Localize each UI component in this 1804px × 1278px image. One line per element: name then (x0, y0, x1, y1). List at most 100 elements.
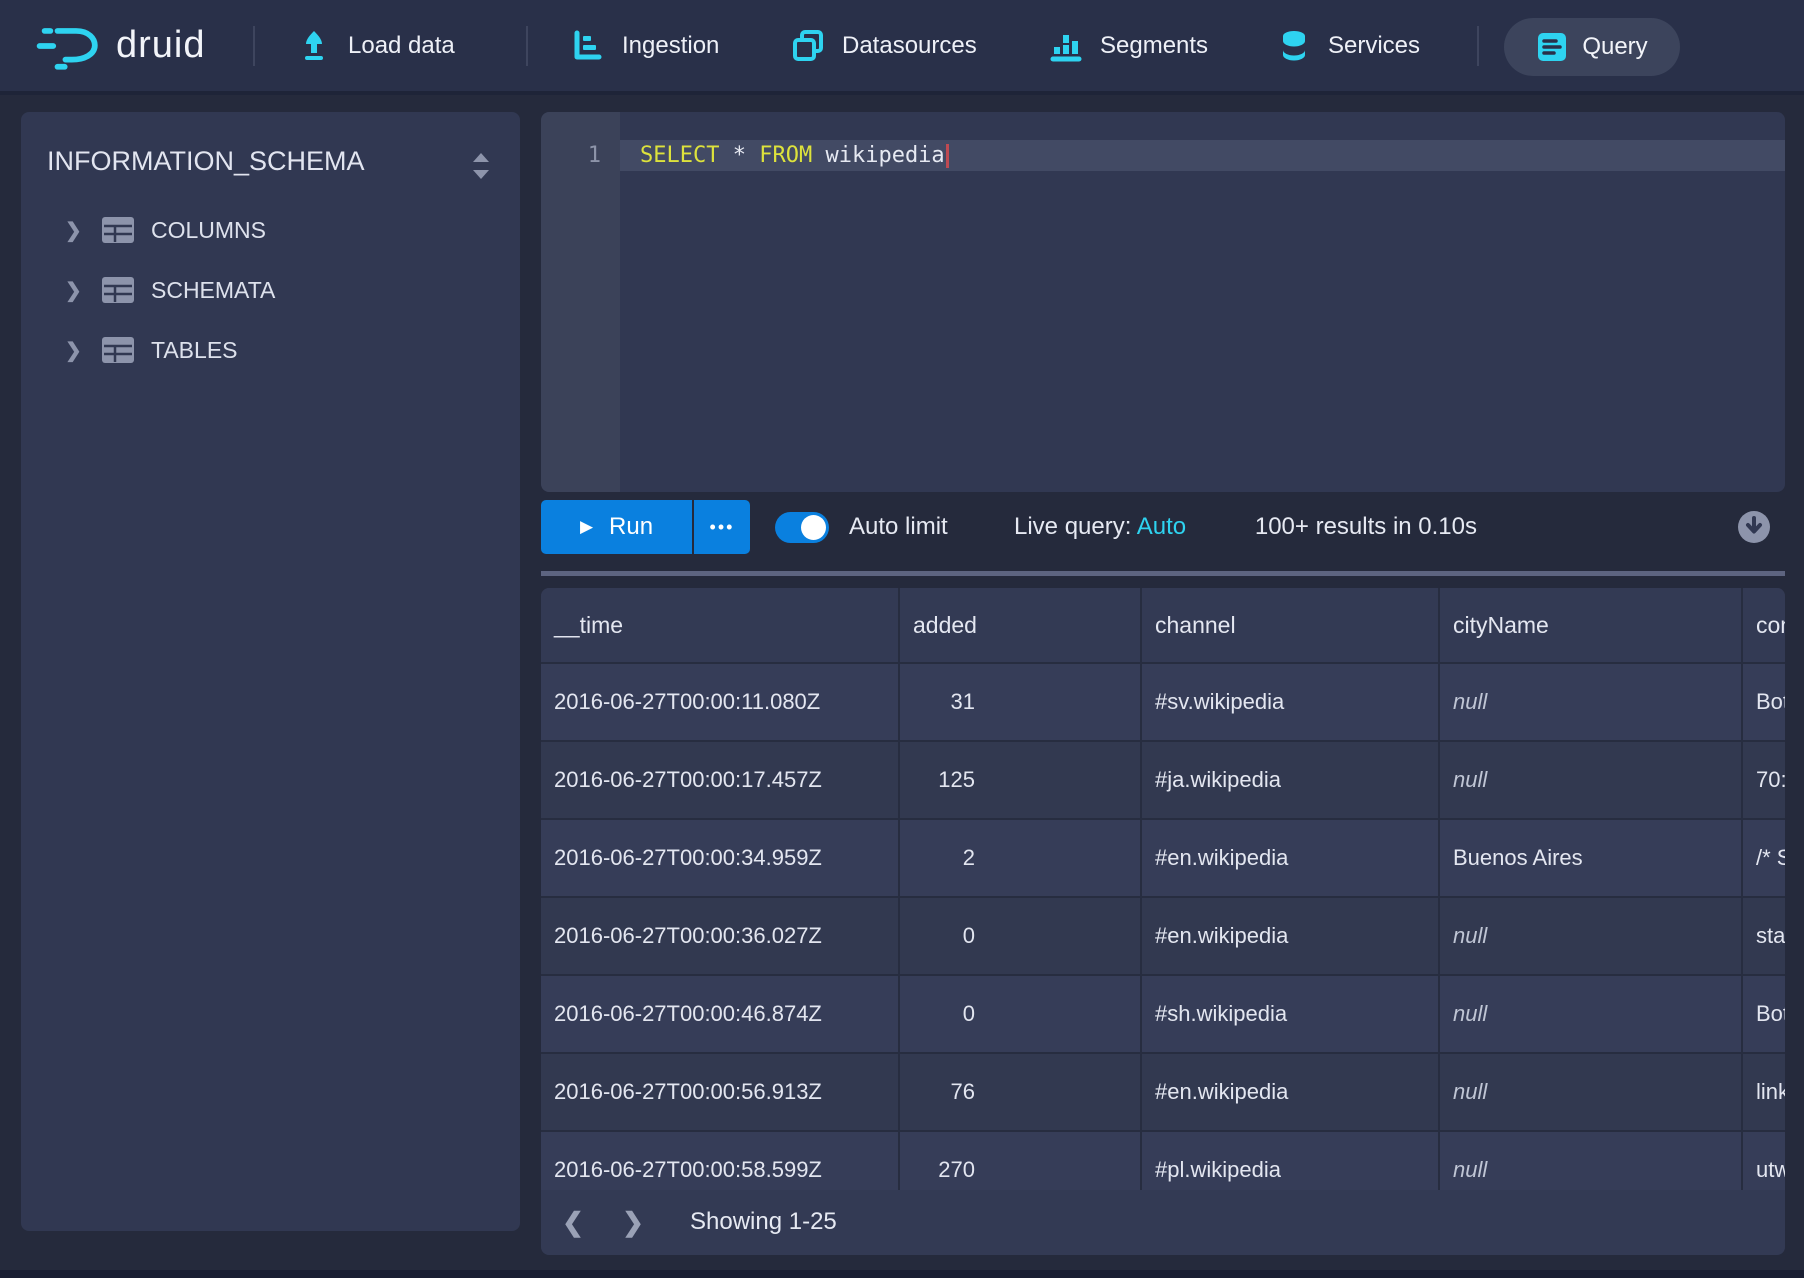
cell-time[interactable]: 2016-06-27T00:00:36.027Z (541, 897, 899, 975)
druid-logo-icon (36, 21, 102, 71)
cell-channel[interactable]: #ja.wikipedia (1141, 741, 1439, 819)
run-more-button[interactable]: ••• (694, 500, 750, 554)
sidebar-item-label: TABLES (151, 337, 238, 364)
cell-comment[interactable]: Bot (1742, 975, 1785, 1053)
auto-limit-toggle[interactable] (775, 512, 829, 543)
live-query-label: Live query: (1014, 513, 1131, 540)
brand-name: druid (116, 24, 206, 67)
resize-splitter[interactable] (541, 571, 1785, 576)
chevron-right-icon: ❯ (65, 278, 85, 303)
window-bottom-edge (0, 1270, 1804, 1278)
cell-time[interactable]: 2016-06-27T00:00:34.959Z (541, 819, 899, 897)
sql-keyword: FROM (759, 143, 812, 168)
results-info: 100+ results in 0.10s (1255, 513, 1477, 541)
column-header-channel[interactable]: channel (1141, 588, 1439, 663)
nav-divider (253, 26, 255, 66)
results-body: 2016-06-27T00:00:11.080Z 31 #sv.wikipedi… (541, 663, 1785, 1209)
nav-divider (1477, 26, 1479, 66)
ingestion-icon (570, 28, 606, 64)
nav-item-segments[interactable]: Segments (1048, 0, 1208, 91)
sidebar-item-label: SCHEMATA (151, 277, 275, 304)
cell-channel[interactable]: #en.wikipedia (1141, 897, 1439, 975)
cell-added[interactable]: 31 (899, 663, 1141, 741)
toggle-knob (801, 515, 826, 540)
column-header-cityname[interactable]: cityName (1439, 588, 1742, 663)
nav-item-label: Load data (348, 32, 455, 60)
cell-added[interactable]: 2 (899, 819, 1141, 897)
nav-item-label: Services (1328, 32, 1420, 60)
nav-item-label: Query (1582, 33, 1647, 61)
cell-channel[interactable]: #sh.wikipedia (1141, 975, 1439, 1053)
sql-star: * (733, 143, 746, 168)
cell-comment[interactable]: /* S (1742, 819, 1785, 897)
cell-time[interactable]: 2016-06-27T00:00:46.874Z (541, 975, 899, 1053)
load-data-icon (296, 28, 332, 64)
services-icon (1276, 28, 1312, 64)
sidebar-item-columns[interactable]: ❯ COLUMNS (21, 210, 520, 250)
table-row: 2016-06-27T00:00:34.959Z 2 #en.wikipedia… (541, 819, 1785, 897)
cell-added[interactable]: 76 (899, 1053, 1141, 1131)
cell-comment[interactable]: 70: (1742, 741, 1785, 819)
cell-added[interactable]: 0 (899, 897, 1141, 975)
cell-comment[interactable]: sta (1742, 897, 1785, 975)
sidebar-item-label: COLUMNS (151, 217, 266, 244)
column-header-time[interactable]: __time (541, 588, 899, 663)
sql-identifier: wikipedia (825, 143, 944, 168)
live-query-value[interactable]: Auto (1137, 513, 1186, 540)
sidebar-item-schemata[interactable]: ❯ SCHEMATA (21, 270, 520, 310)
query-icon (1536, 31, 1568, 63)
next-page-button[interactable]: ❯ (615, 1204, 651, 1240)
druid-logo[interactable]: druid (36, 0, 206, 91)
cell-cityname[interactable]: null (1439, 663, 1742, 741)
results-panel: __time added channel cityName comment 20… (541, 588, 1785, 1255)
chevron-right-icon: ❯ (65, 218, 85, 243)
cell-cityname[interactable]: null (1439, 897, 1742, 975)
cell-cityname[interactable]: null (1439, 741, 1742, 819)
sql-keyword: SELECT (640, 143, 719, 168)
nav-divider (526, 26, 528, 66)
sidebar-item-tables[interactable]: ❯ TABLES (21, 330, 520, 370)
column-header-added[interactable]: added (899, 588, 1141, 663)
results-header-row: __time added channel cityName comment (541, 588, 1785, 663)
nav-item-load-data[interactable]: Load data (296, 0, 455, 91)
column-header-comment[interactable]: comment (1742, 588, 1785, 663)
cell-added[interactable]: 0 (899, 975, 1141, 1053)
top-navbar: druid Load data Ingestion (0, 0, 1804, 95)
nav-item-datasources[interactable]: Datasources (790, 0, 977, 91)
table-row: 2016-06-27T00:00:11.080Z 31 #sv.wikipedi… (541, 663, 1785, 741)
sql-code-line[interactable]: SELECT * FROM wikipedia (640, 140, 949, 171)
run-button-label: Run (609, 513, 653, 541)
live-query-control: Live query: Auto (1014, 513, 1186, 541)
cell-added[interactable]: 125 (899, 741, 1141, 819)
nav-item-services[interactable]: Services (1276, 0, 1420, 91)
run-button[interactable]: ▶ Run (541, 500, 692, 554)
nav-item-ingestion[interactable]: Ingestion (570, 0, 719, 91)
cell-time[interactable]: 2016-06-27T00:00:11.080Z (541, 663, 899, 741)
cell-cityname[interactable]: null (1439, 1053, 1742, 1131)
cell-time[interactable]: 2016-06-27T00:00:56.913Z (541, 1053, 899, 1131)
double-caret-icon[interactable] (468, 150, 494, 187)
sql-editor[interactable]: 1 SELECT * FROM wikipedia (541, 112, 1785, 492)
cell-channel[interactable]: #sv.wikipedia (1141, 663, 1439, 741)
text-cursor (946, 144, 949, 168)
schema-title: INFORMATION_SCHEMA (47, 146, 365, 177)
chevron-right-icon: ❯ (65, 338, 85, 363)
nav-item-query[interactable]: Query (1504, 18, 1680, 76)
cell-time[interactable]: 2016-06-27T00:00:17.457Z (541, 741, 899, 819)
table-icon (101, 336, 135, 364)
line-number: 1 (541, 140, 601, 171)
table-icon (101, 276, 135, 304)
table-row: 2016-06-27T00:00:56.913Z 76 #en.wikipedi… (541, 1053, 1785, 1131)
schema-sidebar: INFORMATION_SCHEMA ❯ COLUMNS ❯ (21, 112, 520, 1231)
cell-cityname[interactable]: Buenos Aires (1439, 819, 1742, 897)
prev-page-button[interactable]: ❮ (555, 1204, 591, 1240)
table-row: 2016-06-27T00:00:36.027Z 0 #en.wikipedia… (541, 897, 1785, 975)
pagination-bar: ❮ ❯ Showing 1-25 (541, 1190, 1785, 1255)
cell-channel[interactable]: #en.wikipedia (1141, 1053, 1439, 1131)
cell-comment[interactable]: Bot (1742, 663, 1785, 741)
cell-channel[interactable]: #en.wikipedia (1141, 819, 1439, 897)
nav-item-label: Segments (1100, 32, 1208, 60)
download-icon[interactable] (1737, 510, 1771, 544)
cell-comment[interactable]: link (1742, 1053, 1785, 1131)
cell-cityname[interactable]: null (1439, 975, 1742, 1053)
